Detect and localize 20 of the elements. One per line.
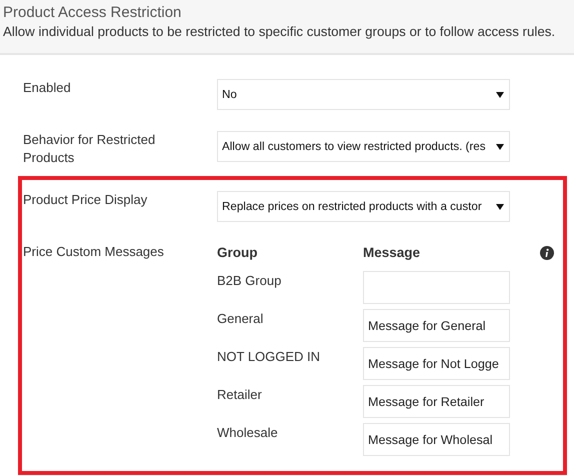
- dropdown[interactable]: Allow all customers to view restricted products. (res: [217, 131, 510, 162]
- setting-label: Enabled: [23, 79, 72, 97]
- group-name: B2B Group: [217, 272, 282, 290]
- group-name: Wholesale: [217, 424, 279, 442]
- setting-label: Price Custom Messages: [23, 243, 165, 261]
- dropdown[interactable]: No: [217, 79, 510, 110]
- column-header: Group: [217, 244, 258, 262]
- setting-label: Behavior for Restricted Products: [23, 131, 156, 167]
- section-description: Allow individual products to be restricted to specific customer groups or to follow access rules.: [3, 24, 556, 39]
- section-title: Product Access Restriction: [3, 4, 182, 21]
- group-name: NOT LOGGED IN: [217, 348, 322, 366]
- group-name: Retailer: [217, 386, 263, 404]
- setting-label: Product Price Display: [23, 191, 148, 209]
- message-field[interactable]: Message for General: [363, 309, 510, 342]
- message-field[interactable]: Message for Retailer: [363, 385, 510, 418]
- message-field[interactable]: Message for Wholesal: [363, 423, 510, 456]
- group-name: General: [217, 310, 264, 328]
- dropdown[interactable]: Replace prices on restricted products with a custor: [217, 191, 510, 222]
- message-field[interactable]: Message for Not Logge: [363, 347, 510, 380]
- column-header: Message: [363, 244, 422, 262]
